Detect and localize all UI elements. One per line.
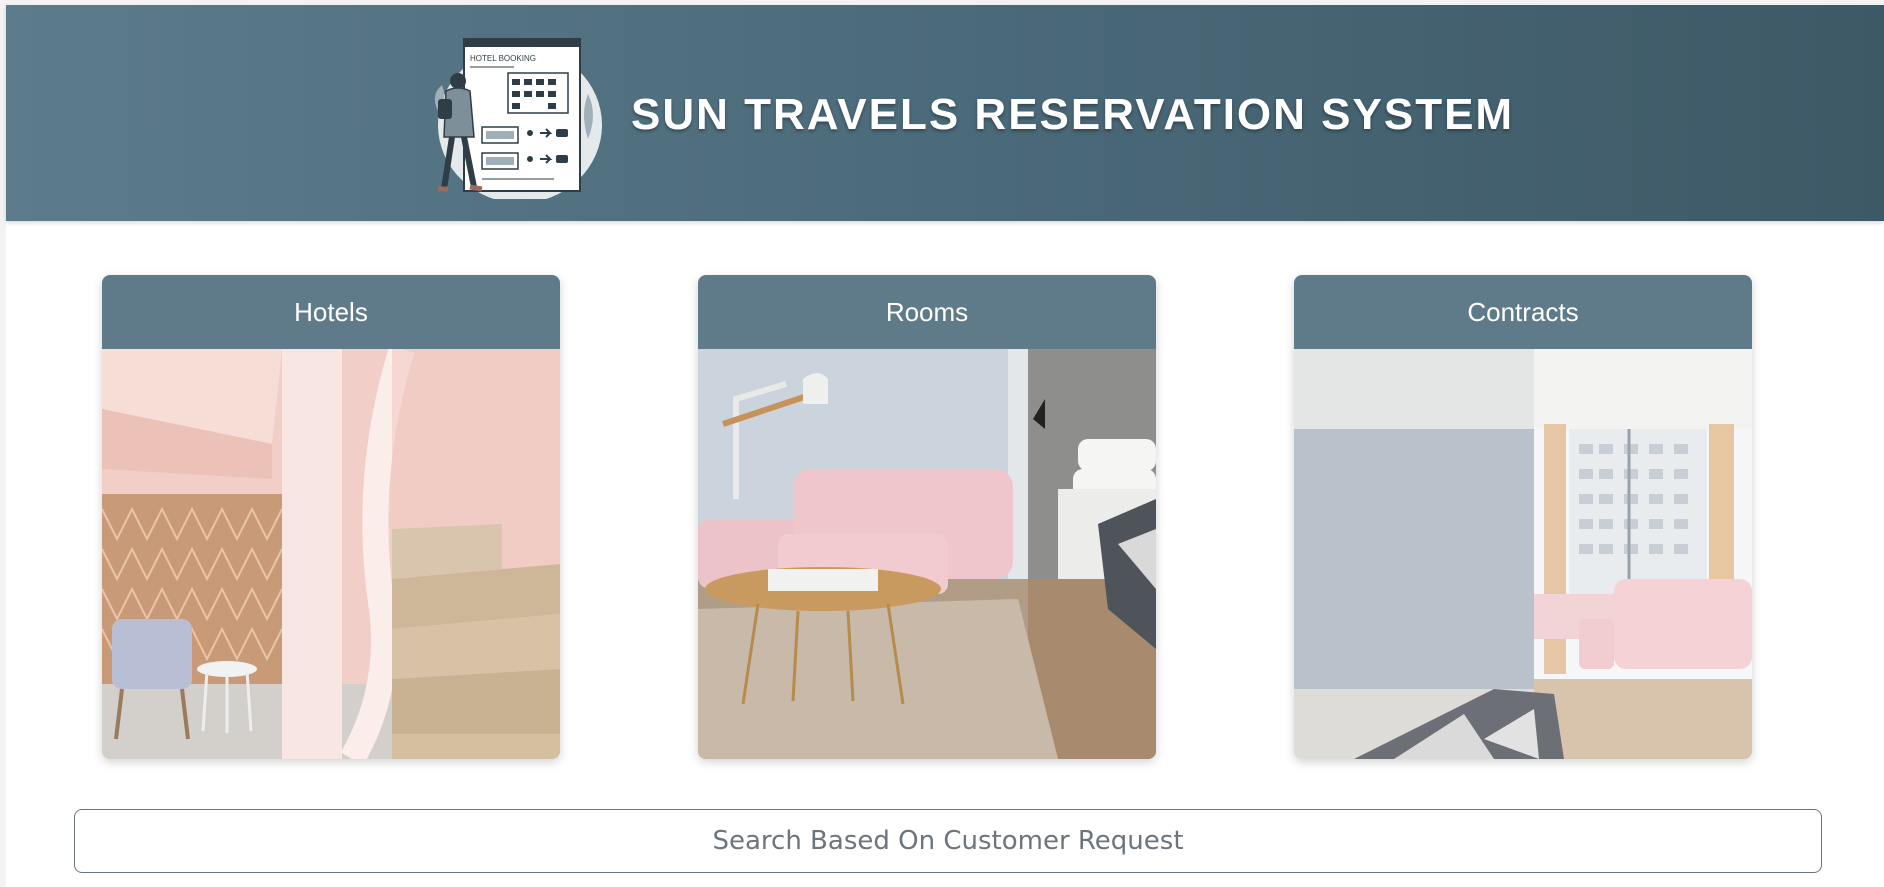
pink-staircase-image: [102, 349, 560, 759]
page: HOTEL BOOKING SUN TRAVELS RESERVATION SY…: [6, 5, 1884, 887]
bright-bedroom-image: [1294, 349, 1752, 759]
page-title: SUN TRAVELS RESERVATION SYSTEM: [631, 90, 1515, 139]
rooms-card-title: Rooms: [698, 275, 1156, 349]
search-customer-request-button[interactable]: Search Based On Customer Request: [74, 809, 1822, 873]
contracts-card-title: Contracts: [1294, 275, 1752, 349]
hotels-card-title: Hotels: [102, 275, 560, 349]
rooms-card[interactable]: Rooms: [698, 275, 1156, 759]
hotel-booking-illustration-icon: HOTEL BOOKING: [434, 38, 602, 199]
contracts-card[interactable]: Contracts: [1294, 275, 1752, 759]
logo-text: HOTEL BOOKING: [470, 54, 536, 63]
pink-sofa-room-image: [698, 349, 1156, 759]
hotels-card[interactable]: Hotels: [102, 275, 560, 759]
header-banner: HOTEL BOOKING SUN TRAVELS RESERVATION SY…: [6, 5, 1884, 221]
